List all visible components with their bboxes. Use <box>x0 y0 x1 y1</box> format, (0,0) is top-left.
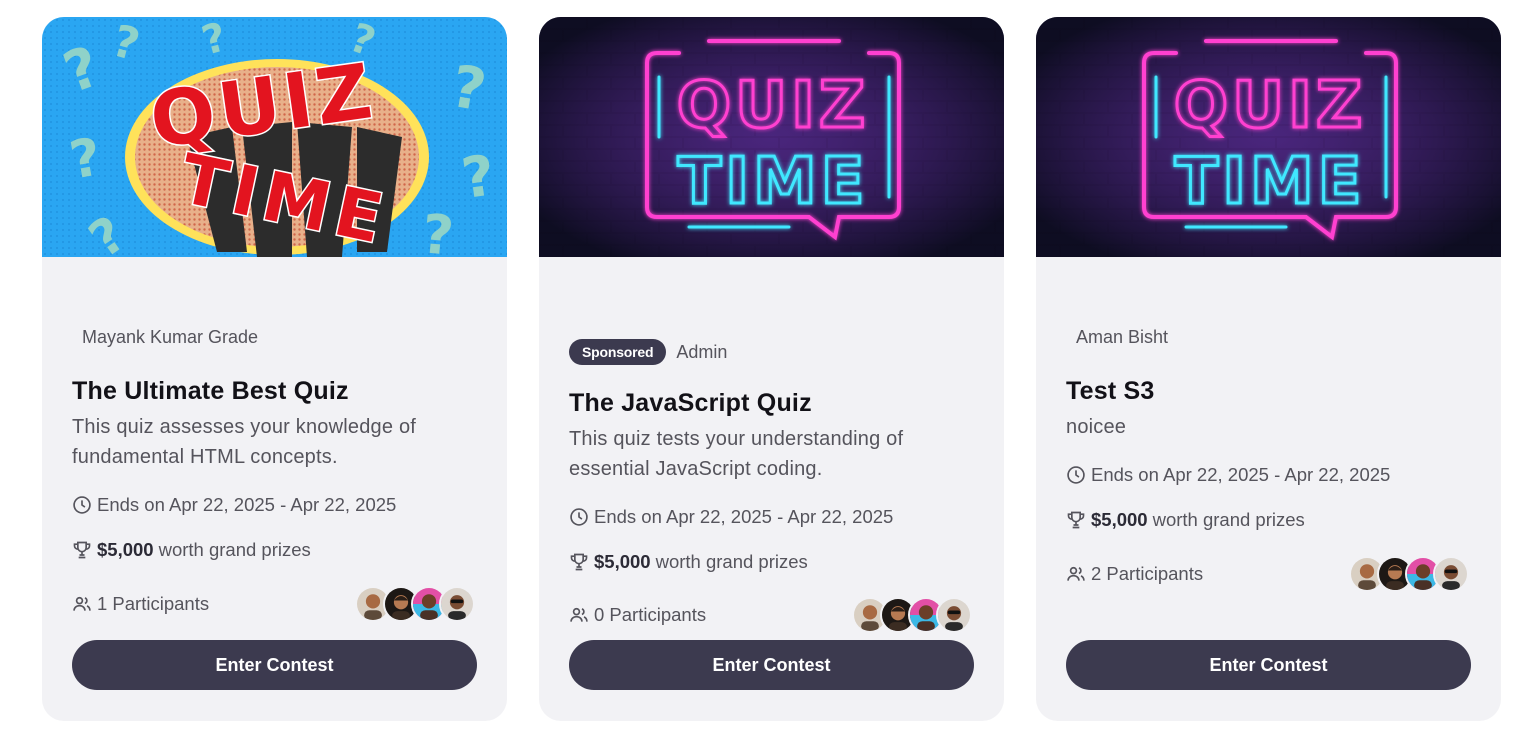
avatar <box>936 597 972 633</box>
participants-label: 2 Participants <box>1091 563 1204 584</box>
prize-amount: $5,000 <box>97 539 154 560</box>
clock-icon <box>1067 466 1085 484</box>
quiz-description: This quiz assesses your knowledge of fun… <box>72 416 417 468</box>
prize-suffix: worth grand prizes <box>655 551 808 572</box>
users-icon <box>73 596 91 611</box>
prize-amount: $5,000 <box>1091 509 1148 530</box>
participants-row: 0 Participants <box>569 597 974 633</box>
participants-label: 1 Participants <box>97 593 210 614</box>
ends-date: Ends on Apr 22, 2025 - Apr 22, 2025 <box>72 494 477 516</box>
quiz-title: The Ultimate Best Quiz <box>72 377 349 405</box>
svg-text:?: ? <box>420 202 457 257</box>
participants-count: 1 Participants <box>72 593 209 615</box>
quiz-time-comic-illustration: ? ? ? ? ? ? ? ? ? QUIZ TIME <box>42 17 507 257</box>
ends-date-label: Ends on Apr 22, 2025 - Apr 22, 2025 <box>97 494 397 515</box>
contest-card-body: Mayank Kumar Grade The Ultimate Best Qui… <box>72 257 477 721</box>
sponsored-badge: Sponsored <box>569 339 667 365</box>
trophy-icon <box>1067 511 1085 529</box>
ends-date-label: Ends on Apr 22, 2025 - Apr 22, 2025 <box>594 506 894 527</box>
author-row: Mayank Kumar Grade <box>72 323 258 351</box>
contest-card-body: Sponsored Admin The JavaScript Quiz This… <box>569 257 974 721</box>
contest-banner-image: ? ? ? ? ? ? ? ? ? QUIZ TIME <box>42 17 507 257</box>
contest-card: QUIZ TIME Sponsored Admin The JavaScript… <box>539 17 1004 721</box>
participants-row: 2 Participants <box>1066 556 1471 592</box>
prize-suffix: worth grand prizes <box>158 539 311 560</box>
participant-avatars <box>852 597 974 633</box>
ends-date-label: Ends on Apr 22, 2025 - Apr 22, 2025 <box>1091 464 1391 485</box>
contest-banner-image: QUIZ TIME <box>1036 17 1501 257</box>
trophy-icon <box>73 541 91 559</box>
prize-info: $5,000 worth grand prizes <box>72 539 477 561</box>
svg-text:TIME: TIME <box>1175 145 1366 219</box>
author-name: Admin <box>676 341 728 362</box>
prize-info: $5,000 worth grand prizes <box>1066 509 1471 531</box>
clock-icon <box>73 496 91 514</box>
prize-suffix: worth grand prizes <box>1152 509 1305 530</box>
contest-card: QUIZ TIME Aman Bisht Test S3 noicee Ends… <box>1036 17 1501 721</box>
enter-contest-button[interactable]: Enter Contest <box>569 640 974 690</box>
avatar <box>439 586 475 622</box>
participants-row: 1 Participants <box>72 586 477 622</box>
contest-grid: ? ? ? ? ? ? ? ? ? QUIZ TIME Mayank Kumar… <box>42 17 1501 721</box>
quiz-time-neon-illustration: QUIZ TIME <box>1036 17 1501 257</box>
ends-date: Ends on Apr 22, 2025 - Apr 22, 2025 <box>1066 464 1471 486</box>
avatar <box>1433 556 1469 592</box>
participants-count: 2 Participants <box>1066 563 1203 585</box>
contest-banner-image: QUIZ TIME <box>539 17 1004 257</box>
ends-date: Ends on Apr 22, 2025 - Apr 22, 2025 <box>569 506 974 528</box>
quiz-time-neon-illustration: QUIZ TIME <box>539 17 1004 257</box>
participant-avatars <box>355 586 477 622</box>
enter-contest-button[interactable]: Enter Contest <box>1066 640 1471 690</box>
quiz-description: This quiz tests your understanding of es… <box>569 428 904 480</box>
author-row: Aman Bisht <box>1066 323 1168 351</box>
enter-contest-button[interactable]: Enter Contest <box>72 640 477 690</box>
trophy-icon <box>570 553 588 571</box>
svg-text:QUIZ: QUIZ <box>677 69 870 143</box>
participants-label: 0 Participants <box>594 604 707 625</box>
svg-text:TIME: TIME <box>678 145 869 219</box>
author-row: Sponsored Admin <box>569 338 727 366</box>
quiz-title: The JavaScript Quiz <box>569 389 812 417</box>
users-icon <box>1067 566 1085 581</box>
svg-text:QUIZ: QUIZ <box>1174 69 1367 143</box>
prize-amount: $5,000 <box>594 551 651 572</box>
clock-icon <box>570 508 588 526</box>
author-name: Aman Bisht <box>1076 326 1169 347</box>
contest-card-body: Aman Bisht Test S3 noicee Ends on Apr 22… <box>1066 257 1471 721</box>
quiz-title: Test S3 <box>1066 377 1155 405</box>
participant-avatars <box>1349 556 1471 592</box>
prize-info: $5,000 worth grand prizes <box>569 551 974 573</box>
quiz-description: noicee <box>1066 416 1127 438</box>
contest-card: ? ? ? ? ? ? ? ? ? QUIZ TIME Mayank Kumar… <box>42 17 507 721</box>
author-name: Mayank Kumar Grade <box>82 326 259 347</box>
participants-count: 0 Participants <box>569 604 706 626</box>
users-icon <box>570 607 588 622</box>
